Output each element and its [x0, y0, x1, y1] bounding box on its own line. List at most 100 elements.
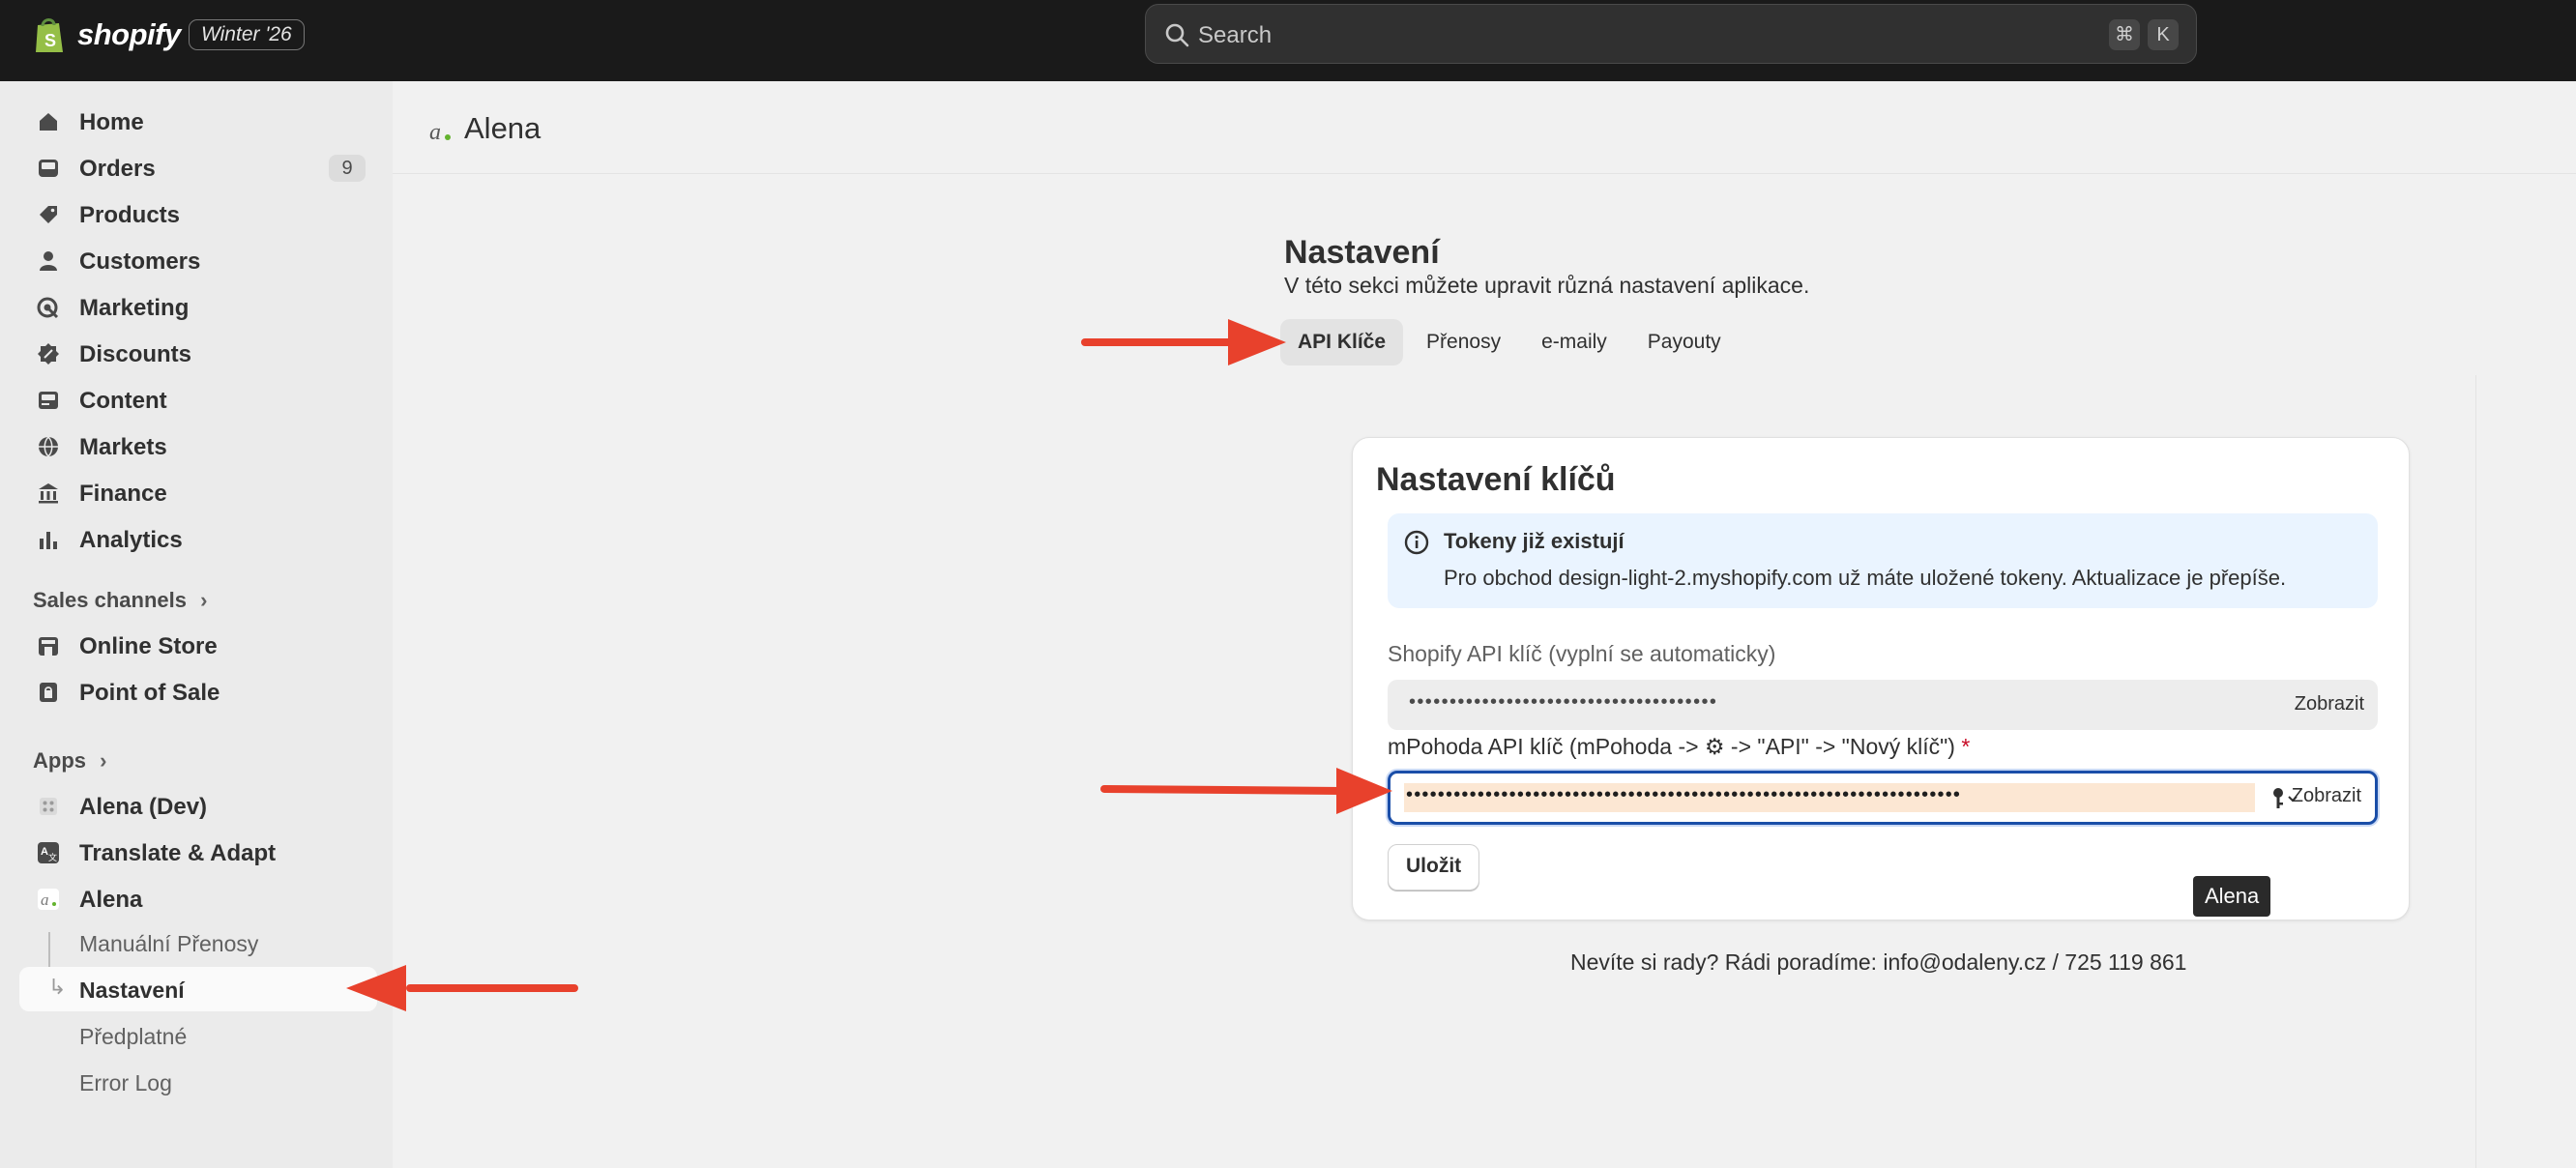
tag-icon: [40, 206, 57, 223]
annotation-arrow-sidebar: [346, 965, 578, 1011]
mpohoda-api-key-field[interactable]: ••••••••••••••••••••••••••••••••••••••••…: [1388, 771, 2378, 825]
alena-logo-icon: a: [38, 889, 59, 910]
sidebar-item-finance[interactable]: Finance: [19, 470, 377, 514]
sidebar-item-label: Alena: [79, 887, 143, 913]
tooltip: Alena: [2193, 876, 2271, 917]
home-icon: [40, 113, 57, 131]
page-title: Nastavení: [1284, 234, 1440, 271]
sidebar-item-content[interactable]: Content: [19, 377, 377, 422]
shopify-api-key-value: ••••••••••••••••••••••••••••••••••••••: [1409, 691, 1718, 713]
main-content: a Alena Nastavení V této sekci můžete up…: [393, 81, 2576, 1168]
sidebar-item-orders[interactable]: Orders 9: [19, 145, 377, 190]
shortcut-k-key: K: [2148, 19, 2179, 50]
info-icon: [1404, 530, 1429, 555]
mpohoda-label-text: mPohoda API klíč (mPohoda -> ⚙ -> "API" …: [1388, 734, 1955, 759]
translate-icon: A文: [38, 842, 59, 863]
sidebar-item-label: Marketing: [79, 295, 190, 321]
sidebar-item-marketing[interactable]: Marketing: [19, 284, 377, 329]
app-title: Alena: [464, 111, 542, 145]
shortcut-cmd-key: ⌘: [2109, 19, 2140, 50]
svg-text:A: A: [41, 846, 48, 858]
sidebar-subitem-label: Předplatné: [79, 1024, 188, 1049]
divider: [2475, 375, 2476, 1168]
banner-title: Tokeny již existují: [1444, 529, 1625, 553]
sidebar-subitem-label: Nastavení: [79, 978, 185, 1003]
tab-api-klice[interactable]: API Klíče: [1280, 319, 1404, 365]
sidebar-subitem-manualni-prenosy[interactable]: Manuální Přenosy: [19, 920, 377, 965]
tree-branch-icon: ↳: [48, 975, 67, 999]
sidebar-item-products[interactable]: Products: [19, 191, 377, 236]
sidebar-item-alena-dev[interactable]: Alena (Dev): [19, 783, 377, 828]
shopify-api-key-label: Shopify API klíč (vyplní se automaticky): [1388, 641, 1776, 666]
content-icon: [39, 392, 58, 409]
section-heading-label: Apps: [33, 748, 86, 773]
sidebar-item-discounts[interactable]: Discounts: [19, 331, 377, 375]
settings-tabs: API Klíče Přenosy e-maily Payouty: [1280, 319, 1739, 365]
store-icon: [39, 637, 58, 656]
banner-text: Pro obchod design-light-2.myshopify.com …: [1444, 566, 2287, 590]
sidebar-item-label: Online Store: [79, 633, 218, 659]
annotation-arrow-field: [1100, 768, 1392, 814]
sidebar-item-label: Content: [79, 388, 167, 414]
top-bar: S shopify Winter '26 Search ⌘ K: [0, 0, 2576, 81]
bank-icon: [39, 483, 58, 504]
chevron-right-icon: ›: [200, 588, 208, 612]
search-placeholder: Search: [1198, 22, 1273, 48]
sidebar-item-label: Home: [79, 109, 144, 135]
inbox-icon: [39, 160, 58, 177]
sidebar-subitem-nastaveni[interactable]: ↳ Nastavení: [19, 967, 377, 1011]
person-icon: [40, 251, 57, 271]
sidebar-item-customers[interactable]: Customers: [19, 238, 377, 282]
sidebar-item-label: Alena (Dev): [79, 794, 208, 820]
svg-text:S: S: [44, 31, 56, 50]
tab-prenosy[interactable]: Přenosy: [1409, 319, 1518, 365]
sidebar-item-translate-adapt[interactable]: A文 Translate & Adapt: [19, 830, 377, 874]
sidebar-item-online-store[interactable]: Online Store: [19, 623, 377, 667]
required-marker: *: [1961, 734, 1971, 759]
sidebar-item-alena[interactable]: a Alena: [19, 876, 377, 920]
sidebar-item-label: Translate & Adapt: [79, 840, 277, 866]
sidebar-item-label: Markets: [79, 434, 167, 460]
sidebar-item-label: Analytics: [79, 527, 183, 553]
discount-icon: [38, 343, 59, 365]
search-icon: [1165, 23, 1189, 47]
pos-icon: [40, 683, 57, 702]
search-bar[interactable]: Search ⌘ K: [1145, 4, 2197, 64]
sidebar-subitem-label: Manuální Přenosy: [79, 931, 259, 956]
orders-count-badge: 9: [329, 155, 366, 182]
tab-emaily[interactable]: e-maily: [1524, 319, 1625, 365]
svg-text:a: a: [429, 120, 441, 145]
globe-icon: [39, 436, 58, 457]
annotation-arrow-tabs: [1081, 319, 1286, 365]
svg-text:文: 文: [48, 852, 57, 862]
bar-chart-icon: [40, 532, 57, 549]
info-banner: Tokeny již existují Pro obchod design-li…: [1388, 513, 2378, 608]
sidebar-subitem-predplatne[interactable]: Předplatné: [19, 1013, 377, 1058]
edition-badge[interactable]: Winter '26: [189, 19, 305, 50]
sidebar-subitem-error-log[interactable]: Error Log: [19, 1060, 377, 1104]
shopify-bag-icon: S: [36, 18, 63, 52]
app-grid-icon: [40, 798, 57, 815]
tab-payouty[interactable]: Payouty: [1630, 319, 1739, 365]
sidebar-item-point-of-sale[interactable]: Point of Sale: [19, 669, 377, 714]
sidebar-item-markets[interactable]: Markets: [19, 423, 377, 468]
apps-heading[interactable]: Apps ›: [33, 748, 106, 774]
show-mpohoda-key-button[interactable]: Zobrazit: [2292, 785, 2361, 807]
alena-logo-icon: a: [429, 120, 451, 145]
target-icon: [37, 297, 59, 319]
show-shopify-key-button[interactable]: Zobrazit: [2295, 693, 2364, 715]
brand-name: shopify: [77, 17, 181, 51]
shopify-logo[interactable]: S shopify: [33, 15, 181, 54]
mpohoda-api-key-label: mPohoda API klíč (mPohoda -> ⚙ -> "API" …: [1388, 734, 1970, 760]
shopify-api-key-field[interactable]: •••••••••••••••••••••••••••••••••••••• Z…: [1388, 680, 2378, 730]
sidebar-item-label: Discounts: [79, 341, 192, 367]
mpohoda-api-key-value: ••••••••••••••••••••••••••••••••••••••••…: [1406, 784, 1962, 805]
save-button[interactable]: Uložit: [1388, 844, 1480, 891]
sidebar-item-label: Point of Sale: [79, 680, 220, 706]
sidebar: Home Orders 9 Products Customers Marketi…: [0, 81, 393, 1168]
sales-channels-heading[interactable]: Sales channels ›: [33, 588, 207, 613]
sidebar-item-analytics[interactable]: Analytics: [19, 516, 377, 561]
sidebar-item-label: Finance: [79, 481, 167, 507]
help-contact-text: Nevíte si rady? Rádi poradíme: info@odal…: [1570, 949, 2187, 975]
sidebar-item-home[interactable]: Home: [19, 99, 377, 143]
